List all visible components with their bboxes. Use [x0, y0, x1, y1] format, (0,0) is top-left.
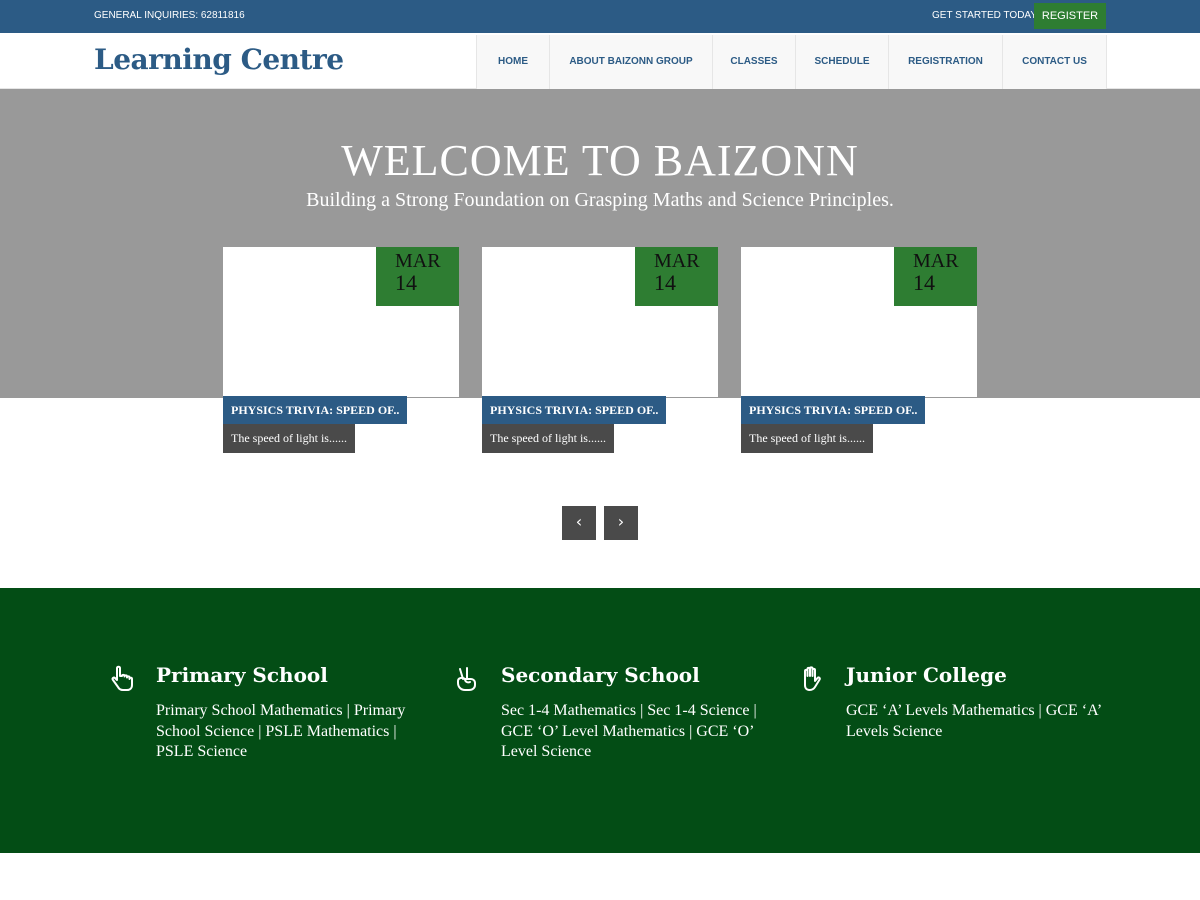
peace-hand-icon [457, 667, 476, 691]
level-title: Primary School [156, 663, 328, 687]
post-day: 14 [654, 270, 676, 295]
level-description: Primary School Mathematics | Primary Sch… [156, 702, 406, 760]
post-date-badge: MAR 14 [894, 247, 977, 306]
post-month: MAR [654, 250, 700, 272]
post-month: MAR [913, 250, 959, 272]
site-logo[interactable]: Learning Centre [94, 43, 344, 76]
carousel-next-button[interactable]: › [604, 506, 638, 540]
level-description: Sec 1-4 Mathematics | Sec 1-4 Science | … [501, 702, 757, 760]
carousel-prev-button[interactable]: ‹ [562, 506, 596, 540]
level-title: Junior College [846, 663, 1007, 687]
post-date-badge: MAR 14 [376, 247, 459, 306]
post-title[interactable]: PHYSICS TRIVIA: SPEED OF.. [223, 396, 408, 424]
post-card[interactable]: MAR 14 PHYSICS TRIVIA: SPEED OF.. The sp… [223, 247, 459, 453]
site-header: Learning Centre HOME ABOUT BAIZONN GROUP… [0, 33, 1200, 89]
post-excerpt: The speed of light is...... [482, 424, 614, 453]
post-day: 14 [395, 270, 417, 295]
register-button[interactable]: REGISTER [1034, 3, 1106, 29]
nav-about[interactable]: ABOUT BAIZONN GROUP [549, 35, 712, 89]
hero-title: WELCOME TO BAIZONN [341, 136, 859, 185]
hero-subtitle: Building a Strong Foundation on Grasping… [306, 189, 894, 211]
get-started-text: GET STARTED TODAY [932, 10, 1038, 21]
nav-schedule[interactable]: SCHEDULE [795, 35, 888, 89]
main-nav: HOME ABOUT BAIZONN GROUP CLASSES SCHEDUL… [476, 35, 1107, 89]
school-levels-section: Primary School Primary School Mathematic… [0, 588, 1200, 853]
level-title: Secondary School [501, 663, 700, 687]
general-inquiries-text: GENERAL INQUIRIES: 62811816 [94, 10, 245, 21]
level-description: GCE ‘A’ Levels Mathematics | GCE ‘A’ Lev… [846, 702, 1101, 740]
nav-home[interactable]: HOME [476, 35, 549, 89]
post-title[interactable]: PHYSICS TRIVIA: SPEED OF.. [482, 396, 667, 424]
post-excerpt: The speed of light is...... [223, 424, 355, 453]
nav-classes[interactable]: CLASSES [712, 35, 795, 89]
post-day: 14 [913, 270, 935, 295]
post-card[interactable]: MAR 14 PHYSICS TRIVIA: SPEED OF.. The sp… [482, 247, 718, 453]
nav-registration[interactable]: REGISTRATION [888, 35, 1002, 89]
pointing-hand-icon [111, 665, 133, 691]
post-excerpt: The speed of light is...... [741, 424, 873, 453]
open-hand-icon [804, 666, 821, 691]
post-title[interactable]: PHYSICS TRIVIA: SPEED OF.. [741, 396, 926, 424]
post-month: MAR [395, 250, 441, 272]
top-bar: GENERAL INQUIRIES: 62811816 GET STARTED … [0, 0, 1200, 33]
post-date-badge: MAR 14 [635, 247, 718, 306]
nav-contact[interactable]: CONTACT US [1002, 35, 1107, 89]
post-card[interactable]: MAR 14 PHYSICS TRIVIA: SPEED OF.. The sp… [741, 247, 977, 453]
